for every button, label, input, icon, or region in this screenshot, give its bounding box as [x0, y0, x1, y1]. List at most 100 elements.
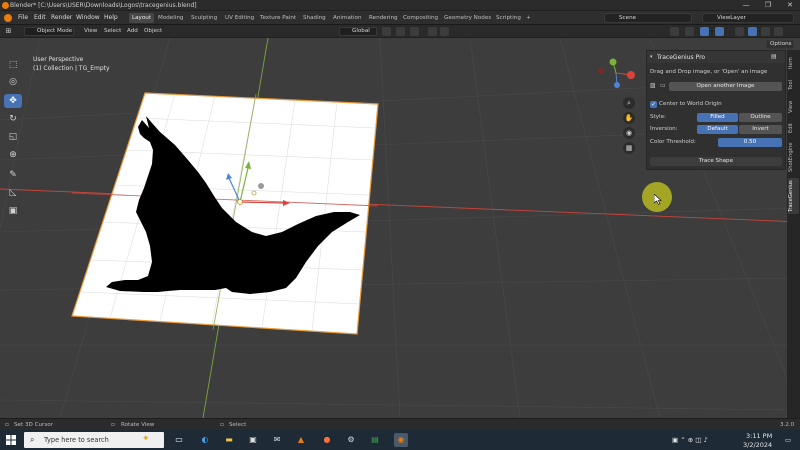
tab-scripting[interactable]: Scripting: [493, 13, 524, 23]
view-layer-selector[interactable]: ViewLayer: [702, 13, 794, 23]
add-workspace-button[interactable]: +: [523, 13, 534, 23]
style-label: Style:: [650, 114, 666, 120]
menu-window[interactable]: Window: [76, 14, 100, 21]
grid-view-icon[interactable]: ▦: [623, 142, 635, 154]
menu-add[interactable]: Add: [127, 28, 138, 34]
add-cube-tool[interactable]: ▣: [4, 204, 22, 218]
inversion-invert-button[interactable]: Invert: [739, 125, 782, 134]
xray-icon[interactable]: [715, 27, 724, 36]
move-tool[interactable]: ✥: [4, 94, 22, 108]
side-tab-view[interactable]: View: [788, 98, 799, 116]
center-origin-checkbox[interactable]: ✓: [650, 101, 657, 108]
mode-dropdown[interactable]: Object Mode: [24, 27, 74, 36]
open-image-button[interactable]: Open another Image: [669, 82, 782, 91]
file-explorer-icon[interactable]: ▬: [222, 433, 236, 447]
menu-render[interactable]: Render: [51, 14, 72, 21]
threshold-label: Color Threshold:: [650, 139, 696, 145]
folder-icon[interactable]: ▭: [660, 82, 666, 89]
pivot-icon[interactable]: [382, 27, 391, 36]
minimize-button[interactable]: —: [735, 1, 757, 10]
status-middle: Rotate View: [121, 422, 155, 428]
pan-hand-icon[interactable]: ✋: [623, 112, 635, 124]
side-tab-edit[interactable]: Edit: [788, 120, 799, 136]
trace-shape-button[interactable]: Trace Shape: [650, 157, 782, 166]
shading-material-icon[interactable]: [761, 27, 770, 36]
tab-geometry-nodes[interactable]: Geometry Nodes: [441, 13, 494, 23]
threshold-slider[interactable]: 0.50: [718, 138, 782, 147]
menu-select[interactable]: Select: [104, 28, 121, 34]
search-placeholder: Type here to search: [44, 436, 109, 444]
cursor-tool[interactable]: ◎: [4, 75, 22, 89]
shading-wireframe-icon[interactable]: [735, 27, 744, 36]
annotate-tool[interactable]: ✎: [4, 168, 22, 182]
menu-view[interactable]: View: [84, 28, 97, 34]
transform-orientation-dropdown[interactable]: Global: [339, 27, 377, 36]
scale-tool[interactable]: ◱: [4, 130, 22, 144]
scene-selector[interactable]: Scene: [604, 13, 692, 23]
rotate-tool[interactable]: ↻: [4, 112, 22, 126]
mail-icon[interactable]: ✉: [270, 433, 284, 447]
falloff-icon[interactable]: [440, 27, 449, 36]
collapse-chevron-icon[interactable]: ▾: [650, 54, 653, 60]
navigation-gizmo[interactable]: [596, 58, 636, 88]
visibility-icon[interactable]: [670, 27, 679, 36]
photos-icon[interactable]: ▲: [294, 433, 308, 447]
select-box-tool[interactable]: ⬚: [4, 58, 22, 72]
tab-animation[interactable]: Animation: [330, 13, 365, 23]
tab-layout[interactable]: Layout: [129, 13, 155, 23]
windows-start-icon[interactable]: [6, 435, 16, 445]
style-outline-button[interactable]: Outline: [739, 113, 782, 122]
store-icon[interactable]: ▣: [246, 433, 260, 447]
tab-texture-paint[interactable]: Texture Paint: [257, 13, 299, 23]
proportional-edit-icon[interactable]: [428, 27, 437, 36]
tab-compositing[interactable]: Compositing: [400, 13, 441, 23]
side-tab-tool[interactable]: Tool: [788, 76, 799, 94]
task-view-icon[interactable]: ▭: [172, 433, 186, 447]
taskbar-search[interactable]: ⌕ Type here to search ✦: [24, 432, 164, 448]
menu-object[interactable]: Object: [144, 28, 162, 34]
tab-uv-editing[interactable]: UV Editing: [222, 13, 257, 23]
maximize-button[interactable]: ❐: [757, 1, 779, 10]
tab-rendering[interactable]: Rendering: [366, 13, 401, 23]
editor-type-icon[interactable]: ⊞: [4, 27, 13, 36]
inversion-default-button[interactable]: Default: [697, 125, 738, 134]
side-tab-shotengine[interactable]: ShotEngine: [788, 139, 799, 175]
menu-help[interactable]: Help: [104, 14, 118, 21]
notification-icon[interactable]: ▭: [785, 436, 791, 444]
zoom-icon[interactable]: ⌕: [623, 97, 635, 109]
options-dropdown[interactable]: Options: [766, 40, 794, 49]
snap-icon[interactable]: [396, 27, 405, 36]
drop-hint: Drag and Drop image, or 'Open' an image: [650, 69, 768, 75]
image-icon: ▨: [650, 82, 656, 89]
mouse-pointer-icon: [654, 194, 662, 205]
panel-title: TraceGenius Pro: [657, 54, 706, 61]
gizmo-icon[interactable]: [685, 27, 694, 36]
tray-icons[interactable]: ▣ ⌃ ⊕ ◫ ♪: [672, 436, 708, 444]
tab-shading[interactable]: Shading: [300, 13, 329, 23]
perspective-label: User Perspective: [33, 56, 84, 63]
snap-target-icon[interactable]: [410, 27, 419, 36]
side-tab-item[interactable]: Item: [788, 54, 799, 72]
overlay-icon[interactable]: [700, 27, 709, 36]
panel-settings-icon[interactable]: ▤: [771, 53, 777, 60]
edge-icon[interactable]: ◐: [198, 433, 212, 447]
settings-icon[interactable]: ⚙: [344, 433, 358, 447]
transform-tool[interactable]: ⊕: [4, 148, 22, 162]
center-origin-label: Center to World Origin: [659, 101, 722, 107]
measure-tool[interactable]: ◺: [4, 186, 22, 200]
blender-menu-icon[interactable]: [4, 14, 12, 22]
blender-taskbar-icon[interactable]: ◉: [394, 433, 408, 447]
side-tab-tracegenius[interactable]: TraceGenius: [788, 178, 799, 214]
tab-modeling[interactable]: Modeling: [155, 13, 186, 23]
style-filled-button[interactable]: Filled: [697, 113, 738, 122]
menu-file[interactable]: File: [18, 14, 28, 21]
shading-rendered-icon[interactable]: [774, 27, 783, 36]
notepad-icon[interactable]: ▤: [368, 433, 382, 447]
firefox-icon[interactable]: ●: [320, 433, 334, 447]
menu-edit[interactable]: Edit: [34, 14, 46, 21]
mouse-middle-icon: ▫: [111, 422, 115, 428]
camera-icon[interactable]: ◉: [623, 127, 635, 139]
tab-sculpting[interactable]: Sculpting: [188, 13, 220, 23]
shading-solid-icon[interactable]: [748, 27, 757, 36]
close-button[interactable]: ✕: [779, 1, 800, 10]
